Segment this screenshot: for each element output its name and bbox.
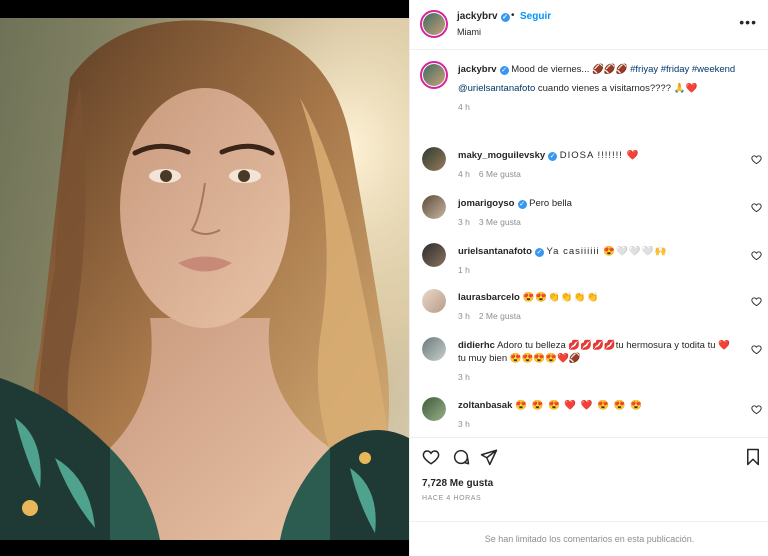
comment-likes[interactable]: 2 Me gusta <box>479 311 521 321</box>
verified-badge-icon: ✓ <box>500 13 510 22</box>
comments-limited-notice: Se han limitado los comentarios en esta … <box>410 521 768 556</box>
comment-body: jomarigoyso ✓ Pero bella 3 h 3 Me gusta <box>458 197 738 229</box>
caption-username[interactable]: jackybrv <box>458 64 497 75</box>
comment-avatar[interactable] <box>422 397 446 421</box>
comment-avatar[interactable] <box>422 195 446 219</box>
header-separator: • <box>511 10 515 21</box>
send-icon[interactable] <box>480 448 498 466</box>
comment-username[interactable]: didierhc <box>458 340 495 351</box>
comment-heart-icon[interactable] <box>751 404 762 415</box>
comment-icon[interactable] <box>452 448 470 466</box>
caption-body: jackybrv ✓ Mood de viernes... 🏈🏈🏈 #friyay… <box>458 63 748 114</box>
post-photo[interactable] <box>0 18 409 540</box>
more-options-icon[interactable]: ••• <box>739 14 757 30</box>
post-details-panel: jackybrv ✓ • Seguir Miami ••• jackybrv ✓ M… <box>409 0 768 556</box>
comments-section[interactable]: jackybrv ✓ Mood de viernes... 🏈🏈🏈 #friyay… <box>410 51 768 437</box>
caption-meta: 4 h <box>458 101 748 114</box>
comment-meta: 3 h <box>458 418 738 431</box>
bookmark-icon[interactable] <box>744 448 762 466</box>
comment-time[interactable]: 3 h <box>458 372 470 382</box>
comment-heart-icon[interactable] <box>751 296 762 307</box>
verified-badge-icon: ✓ <box>548 152 558 161</box>
comment-heart-icon[interactable] <box>751 202 762 213</box>
comment-username[interactable]: zoltanbasak <box>458 400 512 411</box>
comment-time[interactable]: 3 h <box>458 311 470 321</box>
comment-text: Ya casiiiiii 😍🤍🤍🤍🙌 <box>546 246 668 257</box>
comment-heart-icon[interactable] <box>751 250 762 261</box>
author-username[interactable]: jackybrv ✓ <box>457 11 510 22</box>
verified-badge-icon: ✓ <box>534 248 544 257</box>
comment-username[interactable]: laurasbarcelo <box>458 292 520 303</box>
comment-body: zoltanbasak 😍 😍 😍 ❤️ ❤️ 😍 😍 😍 3 h <box>458 399 738 431</box>
comment-text: Pero bella <box>529 198 572 209</box>
comment-text: 😍😍👏👏👏👏 <box>522 292 600 303</box>
caption-time[interactable]: 4 h <box>458 102 470 112</box>
comment-time[interactable]: 4 h <box>458 169 470 179</box>
comment-time[interactable]: 3 h <box>458 419 470 429</box>
comment-body: laurasbarcelo 😍😍👏👏👏👏 3 h 2 Me gusta <box>458 291 738 323</box>
comment-avatar[interactable] <box>422 337 446 361</box>
comment-avatar[interactable] <box>422 289 446 313</box>
comment-text: 😍 😍 😍 ❤️ ❤️ 😍 😍 😍 <box>515 400 644 411</box>
verified-badge-icon: ✓ <box>499 66 509 75</box>
author-avatar[interactable] <box>420 10 448 38</box>
likes-count[interactable]: 7,728 Me gusta <box>422 478 493 489</box>
comment-likes[interactable]: 6 Me gusta <box>479 169 521 179</box>
comment-avatar[interactable] <box>422 147 446 171</box>
caption-mention[interactable]: @urielsantanafoto <box>458 83 535 94</box>
caption-hashtags[interactable]: #friyay #friday #weekend <box>630 64 735 75</box>
post-media-panel <box>0 0 409 556</box>
comment-time[interactable]: 1 h <box>458 265 470 275</box>
comment-likes[interactable]: 3 Me gusta <box>479 217 521 227</box>
comment-username[interactable]: urielsantanafoto <box>458 246 532 257</box>
comment-avatar[interactable] <box>422 243 446 267</box>
comment-username[interactable]: jomarigoyso <box>458 198 515 209</box>
comment-heart-icon[interactable] <box>751 344 762 355</box>
heart-icon[interactable] <box>422 448 440 466</box>
post-location[interactable]: Miami <box>457 27 481 37</box>
comment-meta: 3 h 3 Me gusta <box>458 216 738 229</box>
comment-time[interactable]: 3 h <box>458 217 470 227</box>
comment-username[interactable]: maky_moguilevsky <box>458 150 545 161</box>
verified-badge-icon: ✓ <box>517 200 527 209</box>
comment-meta: 1 h <box>458 264 738 277</box>
comment-heart-icon[interactable] <box>751 154 762 165</box>
caption-text: Mood de viernes... 🏈🏈🏈 <box>511 64 628 75</box>
comment-body: urielsantanafoto ✓ Ya casiiiiii 😍🤍🤍🤍🙌 1 h <box>458 245 738 277</box>
comment-meta: 4 h 6 Me gusta <box>458 168 738 181</box>
follow-button[interactable]: Seguir <box>520 11 551 22</box>
post-actions: 7,728 Me gusta HACE 4 HORAS <box>410 437 768 521</box>
comment-body: maky_moguilevsky ✓ DIOSA !!!!!!! ❤️ 4 h 6 … <box>458 149 738 181</box>
comment-body: didierhc Adoro tu belleza 💋💋💋💋tu hermosu… <box>458 339 733 384</box>
portrait-image <box>0 18 409 540</box>
comment-text: Adoro tu belleza 💋💋💋💋tu hermosura y todi… <box>458 340 730 364</box>
post-header: jackybrv ✓ • Seguir Miami ••• <box>410 0 768 50</box>
caption-avatar[interactable] <box>420 61 448 89</box>
caption-mention-text: cuando vienes a visitarnos???? 🙏❤️ <box>535 83 698 94</box>
post-timestamp[interactable]: HACE 4 HORAS <box>422 495 481 502</box>
comment-meta: 3 h <box>458 371 733 384</box>
comment-meta: 3 h 2 Me gusta <box>458 310 738 323</box>
comment-text: DIOSA !!!!!!! ❤️ <box>559 150 640 161</box>
